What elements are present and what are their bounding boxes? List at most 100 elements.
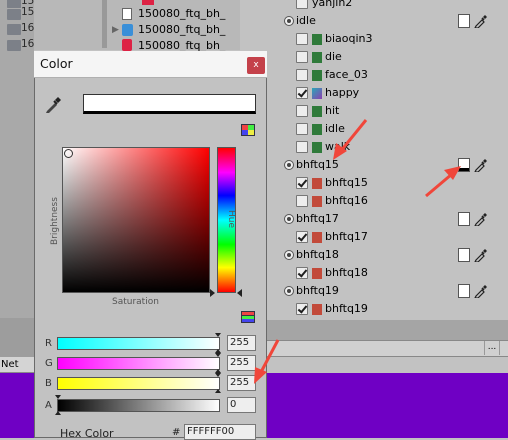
hue-marker-right: [237, 289, 242, 297]
radio-button[interactable]: [284, 160, 294, 170]
saturation-label: Saturation: [112, 297, 159, 307]
tree-group[interactable]: bhftq17: [284, 210, 494, 228]
checkbox[interactable]: [296, 33, 308, 45]
color-swatch[interactable]: [458, 284, 470, 298]
checkbox[interactable]: [296, 69, 308, 81]
cube-icon: [122, 24, 133, 36]
checkbox[interactable]: [296, 195, 308, 207]
tree-item-label: bhftq19: [325, 302, 368, 315]
checkbox[interactable]: [296, 177, 308, 189]
color-swatch[interactable]: [458, 212, 470, 226]
tree-item-label: yanjin2: [312, 0, 353, 9]
folder-icon: [7, 40, 21, 51]
a-field[interactable]: 0: [227, 397, 256, 413]
tree-group[interactable]: idle: [284, 12, 494, 30]
hex-hash: #: [172, 427, 181, 438]
close-button[interactable]: x: [247, 57, 265, 74]
animation-clip-icon: [312, 304, 322, 315]
g-thumb[interactable]: [215, 353, 221, 357]
saturation-brightness-picker[interactable]: [62, 147, 210, 293]
checkbox[interactable]: [296, 267, 308, 279]
eyedropper-icon[interactable]: [474, 284, 488, 298]
file-icon: [312, 70, 322, 81]
file-icon: [312, 52, 322, 63]
brightness-label: Brightness: [50, 197, 60, 245]
b-slider[interactable]: [57, 377, 220, 390]
file-icon: [312, 196, 322, 207]
r-label: R: [45, 338, 52, 349]
tree-item-label: bhftq17: [325, 230, 368, 243]
file-icon: [312, 142, 322, 153]
tree-group[interactable]: bhftq19: [284, 282, 494, 300]
r-thumb[interactable]: [215, 333, 221, 337]
file-icon: [122, 8, 132, 20]
tree-item-label: bhftq16: [325, 194, 368, 207]
folder-icon: [7, 0, 21, 8]
file-icon: [312, 106, 322, 117]
tree-item-label: bhftq18: [325, 266, 368, 279]
checkbox[interactable]: [296, 141, 308, 153]
animation-clip-icon: [312, 232, 322, 243]
animation-clip-icon: [312, 268, 322, 279]
r-slider[interactable]: [57, 337, 220, 350]
asset-name: 150080_ftq_bh_: [138, 7, 226, 20]
a-thumb-bottom: [55, 411, 61, 415]
color-preview: [83, 94, 256, 114]
asset-name: 150080_ftq_bh_: [138, 23, 226, 36]
tree-group-label: idle: [296, 14, 316, 27]
g-label: G: [45, 358, 53, 369]
annotation-arrow: [254, 339, 280, 384]
hue-label: Hue: [226, 210, 236, 229]
eyedropper-icon[interactable]: [44, 96, 62, 114]
expand-arrow-icon[interactable]: ▶: [112, 22, 119, 38]
tree-item-label: bhftq15: [325, 176, 368, 189]
hue-marker-left: [210, 289, 215, 297]
scrollbar[interactable]: [102, 0, 107, 48]
color-swatch[interactable]: [458, 14, 470, 28]
checkbox[interactable]: [296, 87, 308, 99]
checkbox[interactable]: [296, 303, 308, 315]
tree-group-label: bhftq19: [296, 284, 339, 297]
a-thumb[interactable]: [55, 395, 61, 399]
sv-cursor[interactable]: [64, 149, 73, 158]
slider-mode-icon[interactable]: [241, 311, 255, 323]
eyedropper-icon[interactable]: [474, 248, 488, 262]
a-label: A: [45, 400, 52, 411]
checkbox[interactable]: [296, 51, 308, 63]
b-thumb[interactable]: [215, 373, 221, 377]
color-swatch[interactable]: [458, 248, 470, 262]
tab-net[interactable]: Net: [0, 357, 19, 373]
checkbox[interactable]: [296, 231, 308, 243]
hex-label: Hex Color: [60, 427, 114, 440]
annotation-arrow: [425, 166, 461, 198]
tree-group[interactable]: bhftq18: [284, 246, 494, 264]
tree-item-label: biaoqin3: [325, 32, 373, 45]
panel-button[interactable]: [499, 341, 508, 355]
color-window-title: Color: [40, 56, 73, 71]
eyedropper-icon[interactable]: [474, 158, 488, 172]
radio-button[interactable]: [284, 16, 294, 26]
folder-column: 150 150 160 160: [0, 0, 41, 51]
g-slider[interactable]: [57, 357, 220, 370]
animation-clip-icon: [312, 88, 322, 99]
file-icon: [312, 124, 322, 135]
radio-button[interactable]: [284, 286, 294, 296]
checkbox[interactable]: [296, 0, 308, 9]
radio-button[interactable]: [284, 214, 294, 224]
color-mode-icon[interactable]: [241, 124, 255, 136]
b-label: B: [45, 378, 52, 389]
radio-button[interactable]: [284, 250, 294, 260]
annotation-arrow: [333, 119, 368, 160]
tree-list: yanjin2 idle biaoqin3 die face_03 happy hit idl…: [240, 0, 508, 320]
tree-group-label: bhftq17: [296, 212, 339, 225]
folder-icon: [7, 24, 21, 35]
more-button[interactable]: ...: [484, 341, 499, 355]
checkbox[interactable]: [296, 123, 308, 135]
checkbox[interactable]: [296, 105, 308, 117]
a-slider[interactable]: [57, 399, 220, 412]
eyedropper-icon[interactable]: [474, 212, 488, 226]
tree-item-label: die: [325, 50, 342, 63]
eyedropper-icon[interactable]: [474, 14, 488, 28]
tree-group-label: bhftq18: [296, 248, 339, 261]
asset-file-list: 150080_ftq_bh_ ▶ 150080_ftq_bh_ 150080_f…: [34, 0, 240, 52]
